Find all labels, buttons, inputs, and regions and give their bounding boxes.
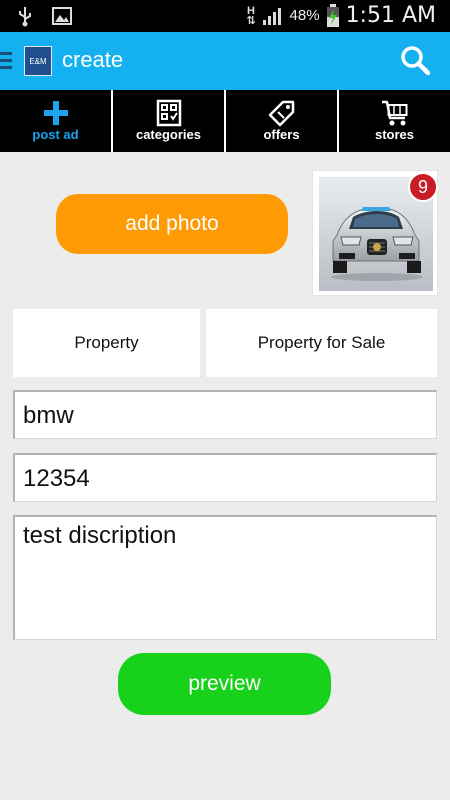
usb-icon xyxy=(19,7,31,27)
network-type: H ⇅ xyxy=(246,4,256,27)
clock: 1:51 AM xyxy=(345,3,436,28)
tab-label: post ad xyxy=(32,127,79,142)
battery-percent: 48% xyxy=(289,7,320,24)
tab-post-ad[interactable]: post ad xyxy=(0,90,113,152)
plus-icon xyxy=(43,101,68,125)
category-selector[interactable]: Property xyxy=(13,309,200,377)
battery-charging-icon xyxy=(326,3,339,27)
photo-count-badge: 9 xyxy=(408,172,438,202)
page-title: create xyxy=(62,47,124,72)
preview-button[interactable]: preview xyxy=(118,653,331,715)
tab-offers[interactable]: offers xyxy=(226,90,339,152)
categories-icon xyxy=(156,99,181,127)
signal-icon xyxy=(262,7,281,25)
search-icon[interactable] xyxy=(400,45,430,75)
status-bar: H ⇅ 48% 1:51 AM xyxy=(0,0,450,32)
image-notification-icon xyxy=(52,7,72,25)
menu-icon[interactable] xyxy=(0,52,12,73)
subcategory-selector[interactable]: Property for Sale xyxy=(206,309,437,377)
tab-label: categories xyxy=(135,127,202,142)
price-input[interactable]: 12354 xyxy=(13,453,437,502)
tab-label: stores xyxy=(374,127,415,142)
add-photo-button[interactable]: add photo xyxy=(56,194,288,254)
tab-label: offers xyxy=(263,127,300,142)
tab-categories[interactable]: categories xyxy=(113,90,226,152)
app-bar: E&M create xyxy=(0,32,450,90)
app-logo[interactable]: E&M xyxy=(24,46,52,76)
title-input[interactable]: bmw xyxy=(13,390,437,439)
tab-stores[interactable]: stores xyxy=(339,90,450,152)
description-textarea[interactable]: test discription xyxy=(13,515,437,640)
tab-bar: post ad categories offers stores xyxy=(0,90,450,152)
tag-icon xyxy=(268,100,294,127)
cart-icon xyxy=(381,100,407,126)
